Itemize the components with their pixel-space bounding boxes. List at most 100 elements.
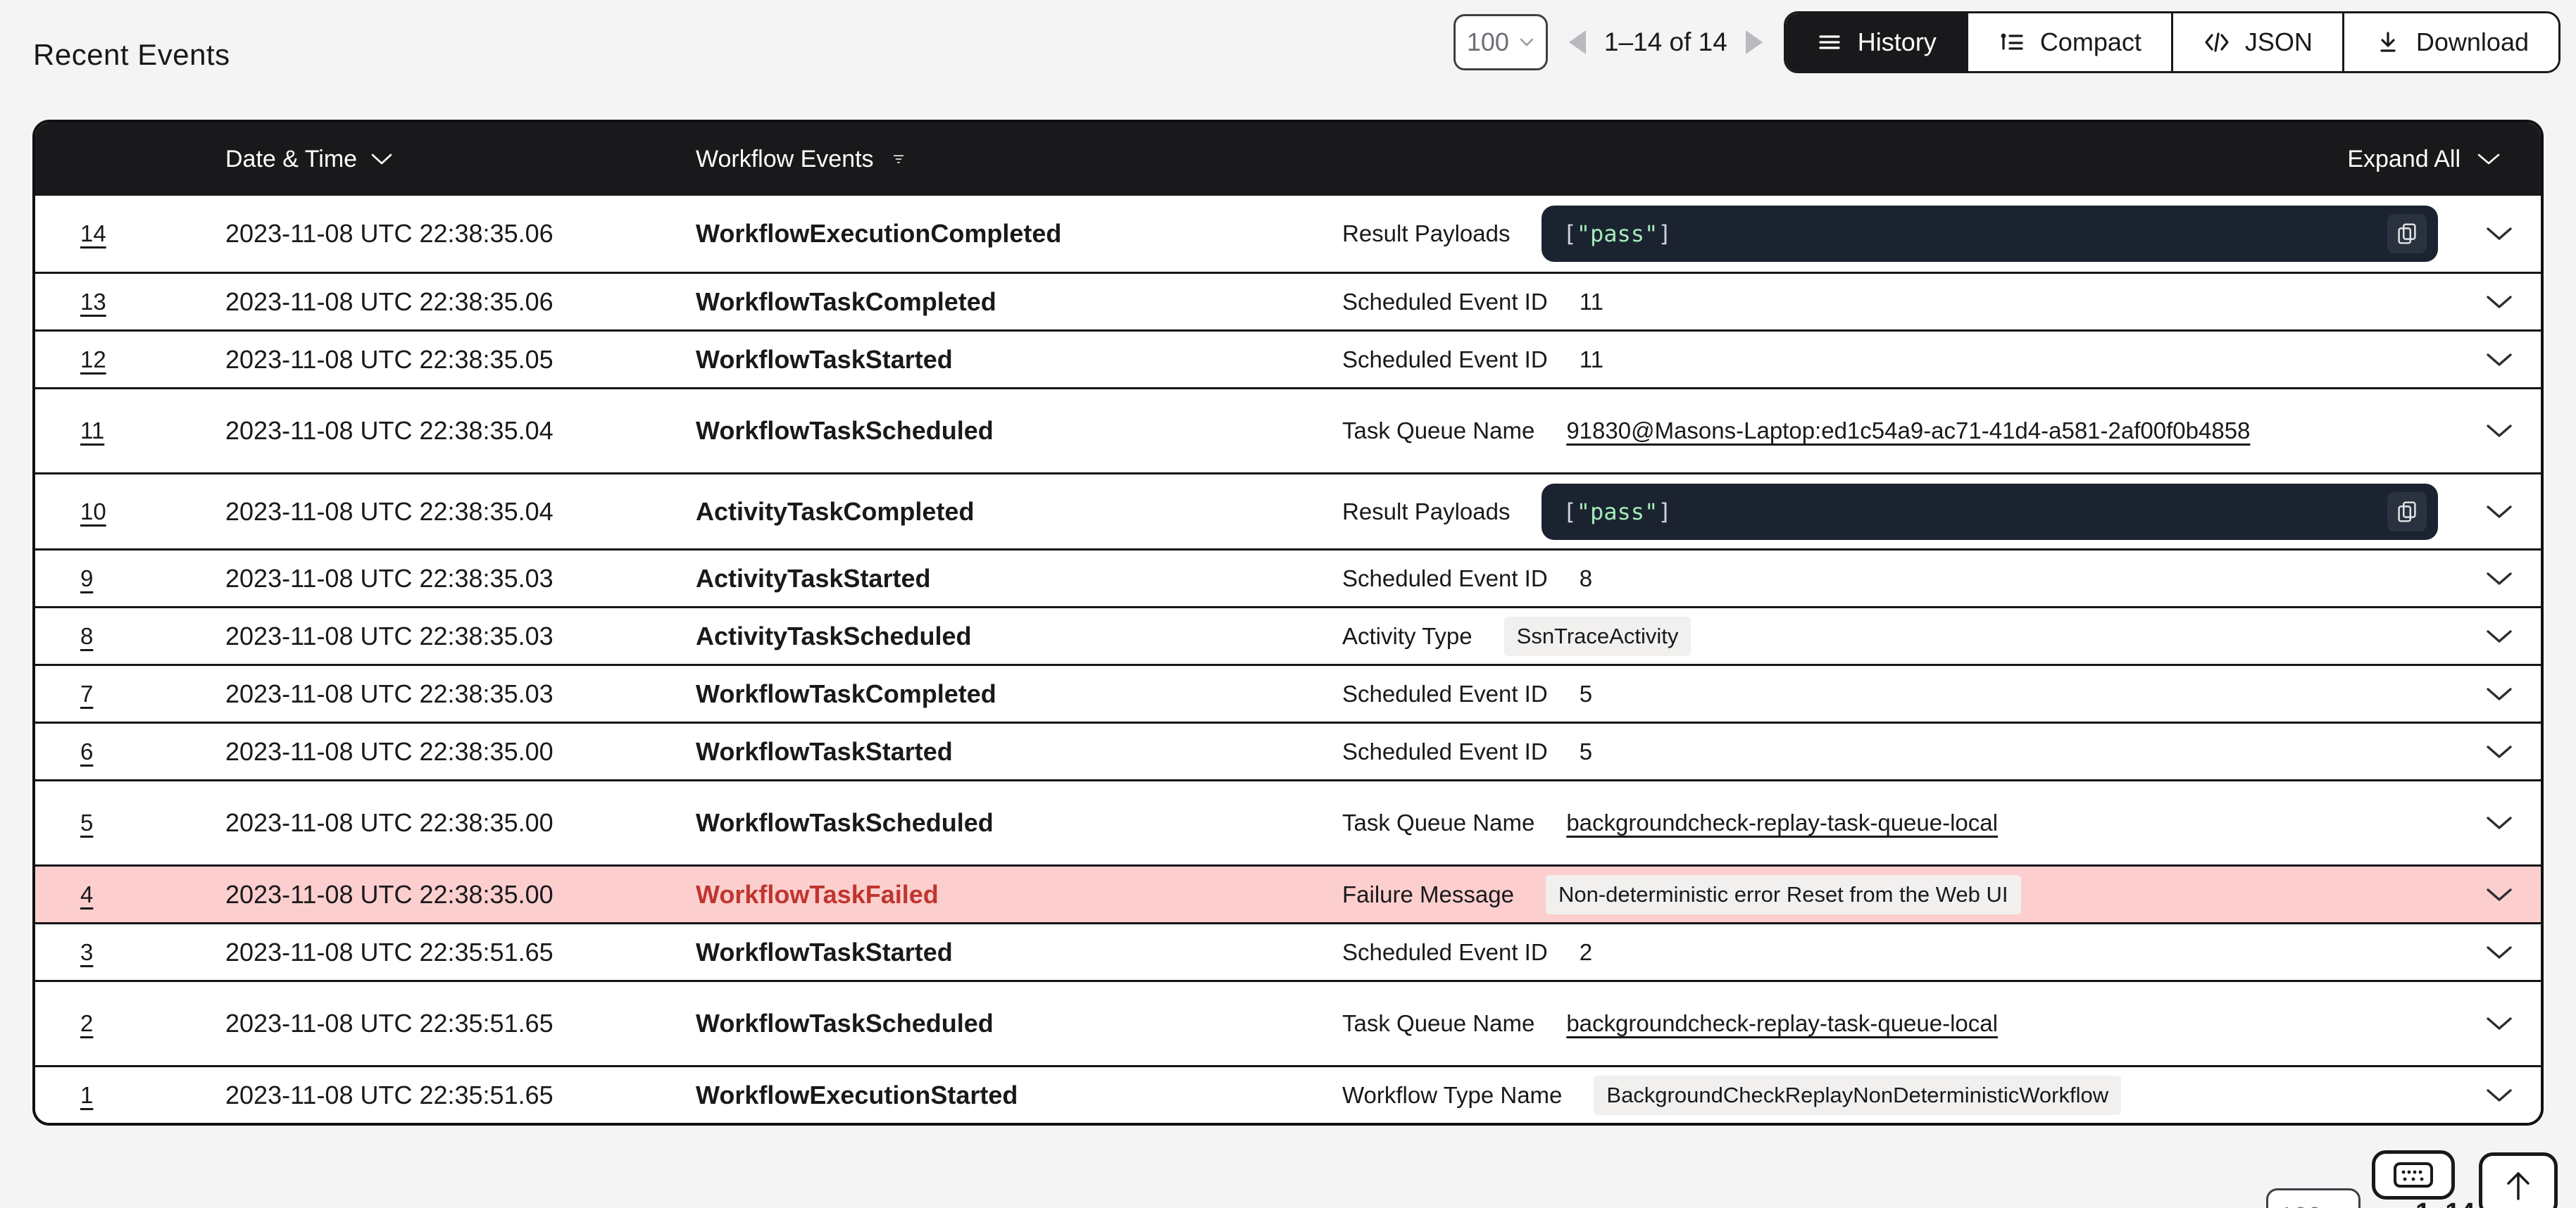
- event-id-link[interactable]: 12: [80, 346, 106, 373]
- expand-row-button[interactable]: [2485, 744, 2513, 760]
- event-type: WorkflowTaskStarted: [696, 737, 953, 767]
- table-header: Date & Time Workflow Events Expand All: [35, 122, 2541, 196]
- table-row: 12023-11-08 UTC 22:35:51.65WorkflowExecu…: [35, 1065, 2541, 1123]
- chevron-down-icon: [2485, 686, 2513, 702]
- event-type: WorkflowTaskCompleted: [696, 287, 996, 317]
- expand-all-button[interactable]: Expand All: [2347, 146, 2541, 173]
- event-timestamp: 2023-11-08 UTC 22:38:35.06: [225, 287, 554, 317]
- copy-button[interactable]: [2387, 214, 2427, 253]
- event-id-link[interactable]: 8: [80, 623, 93, 650]
- event-id-link[interactable]: 11: [80, 417, 104, 444]
- detail-label: Scheduled Event ID: [1342, 738, 1548, 765]
- pagination-range: 1–14 of 14: [1604, 27, 1727, 57]
- detail-label: Activity Type: [1342, 623, 1473, 650]
- chevron-down-icon: [2485, 1088, 2513, 1103]
- compact-icon: [1998, 28, 2026, 56]
- tab-json[interactable]: JSON: [2171, 13, 2342, 71]
- detail-value: 8: [1580, 565, 1592, 592]
- download-button[interactable]: Download: [2342, 13, 2558, 71]
- detail-link[interactable]: 91830@Masons-Laptop:ed1c54a9-ac71-41d4-a…: [1566, 417, 2250, 444]
- detail-link[interactable]: backgroundcheck-replay-task-queue-local: [1566, 1010, 1998, 1037]
- detail-label: Result Payloads: [1342, 498, 1510, 525]
- date-time-sort[interactable]: Date & Time: [225, 146, 394, 173]
- detail-value: 11: [1580, 346, 1603, 373]
- events-table: Date & Time Workflow Events Expand All 1…: [32, 120, 2544, 1126]
- event-type: ActivityTaskCompleted: [696, 497, 974, 527]
- table-row: 6 2023-11-08 UTC 22:38:35.00 WorkflowTaskS…: [35, 722, 2541, 779]
- detail-label: Scheduled Event ID: [1342, 939, 1548, 966]
- event-id-link[interactable]: 5: [80, 810, 93, 836]
- chevron-down-icon: [2485, 504, 2513, 520]
- keyboard-shortcuts-button[interactable]: [2372, 1150, 2455, 1200]
- code-token: "pass": [1577, 220, 1658, 247]
- expand-row-button[interactable]: [2485, 815, 2513, 831]
- pagination-prev-icon[interactable]: [1569, 30, 1586, 54]
- table-row: 22023-11-08 UTC 22:35:51.65WorkflowTaskS…: [35, 980, 2541, 1065]
- expand-row-button[interactable]: [2485, 945, 2513, 960]
- expand-row-button[interactable]: [2485, 423, 2513, 439]
- event-id-link[interactable]: 3: [80, 939, 93, 966]
- tab-compact[interactable]: Compact: [1966, 13, 2171, 71]
- event-id-link[interactable]: 2: [80, 1010, 93, 1037]
- expand-row-button[interactable]: [2485, 504, 2513, 520]
- expand-row-button[interactable]: [2485, 352, 2513, 367]
- tab-label: Download: [2416, 27, 2529, 57]
- event-timestamp: 2023-11-08 UTC 22:38:35.03: [225, 679, 554, 709]
- workflow-events-header-label: Workflow Events: [696, 146, 874, 173]
- expand-row-button[interactable]: [2485, 629, 2513, 644]
- code-token: ]: [1658, 498, 1671, 525]
- expand-row-button[interactable]: [2485, 686, 2513, 702]
- tab-history[interactable]: History: [1786, 13, 1966, 71]
- chevron-down-icon: [2485, 629, 2513, 644]
- event-timestamp: 2023-11-08 UTC 22:38:35.00: [225, 880, 554, 910]
- detail-label: Scheduled Event ID: [1342, 681, 1548, 707]
- detail-value: 11: [1580, 289, 1603, 315]
- expand-row-button[interactable]: [2485, 571, 2513, 586]
- expand-row-button[interactable]: [2485, 294, 2513, 310]
- event-timestamp: 2023-11-08 UTC 22:35:51.65: [225, 1081, 554, 1110]
- tab-label: Compact: [2040, 27, 2142, 57]
- event-type: WorkflowTaskScheduled: [696, 416, 994, 446]
- event-id-link[interactable]: 1: [80, 1082, 93, 1109]
- page-size-select-bottom[interactable]: 100: [2266, 1188, 2361, 1208]
- event-type: WorkflowTaskScheduled: [696, 1009, 994, 1038]
- toolbar: 100 1–14 of 14 History Compact JSON Down…: [1453, 11, 2561, 73]
- event-id-link[interactable]: 14: [80, 220, 106, 247]
- event-type: WorkflowTaskStarted: [696, 938, 953, 967]
- detail-label: Scheduled Event ID: [1342, 565, 1548, 592]
- arrow-up-icon: [2503, 1168, 2534, 1202]
- detail-label: Workflow Type Name: [1342, 1082, 1562, 1109]
- event-timestamp: 2023-11-08 UTC 22:38:35.00: [225, 737, 554, 767]
- event-id-link[interactable]: 13: [80, 289, 106, 315]
- detail-link[interactable]: backgroundcheck-replay-task-queue-local: [1566, 810, 1998, 836]
- scroll-to-top-button[interactable]: [2479, 1152, 2558, 1208]
- event-type: WorkflowExecutionCompleted: [696, 219, 1061, 248]
- chevron-down-icon: [2476, 152, 2501, 166]
- expand-row-button[interactable]: [2485, 226, 2513, 241]
- copy-button[interactable]: [2387, 492, 2427, 531]
- event-id-link[interactable]: 6: [80, 738, 93, 765]
- copy-icon: [2394, 220, 2420, 247]
- detail-label: Scheduled Event ID: [1342, 346, 1548, 373]
- expand-row-button[interactable]: [2485, 1088, 2513, 1103]
- table-row: 42023-11-08 UTC 22:38:35.00WorkflowTaskF…: [35, 864, 2541, 922]
- event-id-link[interactable]: 9: [80, 565, 93, 592]
- event-id-link[interactable]: 4: [80, 881, 93, 908]
- chevron-down-icon: [2485, 744, 2513, 760]
- payload-code-block: ["pass"]: [1542, 484, 2438, 540]
- event-id-link[interactable]: 10: [80, 498, 106, 525]
- download-icon: [2374, 28, 2402, 56]
- event-id-link[interactable]: 7: [80, 681, 93, 707]
- copy-icon: [2394, 498, 2420, 525]
- event-type: WorkflowTaskCompleted: [696, 679, 996, 709]
- page-size-select[interactable]: 100: [1453, 14, 1548, 70]
- detail-value: 5: [1580, 738, 1592, 765]
- expand-row-button[interactable]: [2485, 1016, 2513, 1031]
- pagination-next-icon[interactable]: [1746, 30, 1763, 54]
- chevron-down-icon: [2485, 226, 2513, 241]
- expand-row-button[interactable]: [2485, 887, 2513, 902]
- workflow-events-filter[interactable]: Workflow Events: [696, 146, 911, 173]
- detail-label: Result Payloads: [1342, 220, 1510, 247]
- code-token: ]: [1658, 220, 1671, 247]
- page-size-value: 100: [2280, 1202, 2322, 1208]
